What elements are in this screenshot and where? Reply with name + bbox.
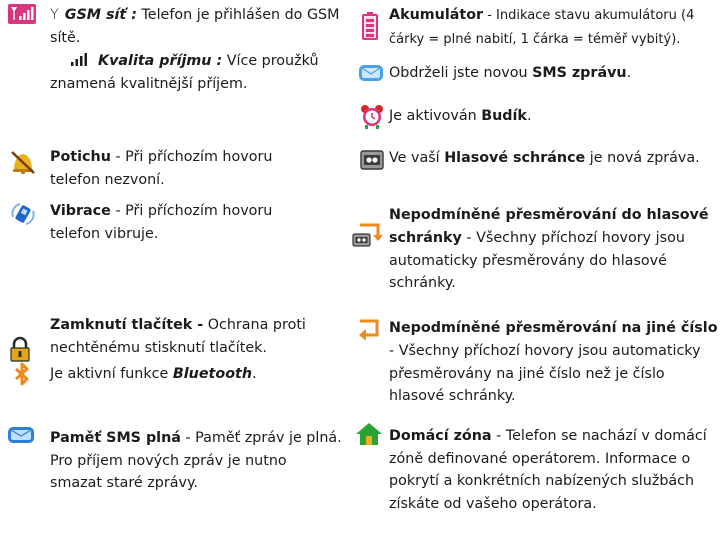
voicemail-title: Hlasové schránce (444, 150, 586, 166)
home-zone-title: Domácí zóna (389, 428, 492, 444)
keylock-title: Zamknutí tlačítek - (50, 317, 204, 333)
vibrate-title: Vibrace (50, 203, 111, 219)
gsm-title: GSM síť : (64, 7, 137, 23)
alarm-clock-icon (361, 105, 383, 129)
new-sms-title: SMS zprávu (532, 65, 627, 81)
signal-quality-title: Kvalita příjmu : (98, 53, 223, 69)
bluetooth-title: Bluetooth (172, 366, 253, 382)
sms-full-icon (8, 427, 34, 443)
battery-title: Akumulátor (389, 7, 484, 23)
divert-number-icon (359, 319, 379, 340)
sms-full-title: Paměť SMS plná (50, 430, 181, 446)
new-sms-prefix: Obdrželi jste novou (389, 65, 533, 81)
antenna-glyph: Y (50, 7, 59, 23)
divert-number-description: - Všechny příchozí hovory jsou automatic… (389, 342, 701, 405)
padlock-icon (10, 336, 30, 362)
alarm-prefix: Je aktivován (389, 108, 482, 124)
voicemail-suffix: je nová zpráva. (585, 150, 700, 166)
silent-mode-icon (11, 151, 35, 174)
voicemail-icon (360, 150, 384, 170)
alarm-suffix: . (526, 108, 532, 124)
alarm-title: Budík (481, 108, 527, 124)
bluetooth-icon (14, 362, 29, 386)
voicemail-prefix: Ve vaší (389, 150, 445, 166)
silent-title: Potichu (50, 149, 111, 165)
bluetooth-suffix: . (252, 366, 257, 382)
vibrate-icon (11, 203, 35, 225)
divert-voicemail-icon (352, 223, 382, 247)
network-signal-icon (8, 4, 36, 24)
battery-icon (362, 12, 378, 40)
home-zone-icon (356, 423, 382, 445)
envelope-icon (359, 65, 383, 81)
divert-number-title: Nepodmíněné přesměrování na jiné číslo (389, 320, 718, 336)
bluetooth-prefix: Je aktivní funkce (50, 366, 173, 382)
new-sms-suffix: . (626, 65, 632, 81)
signal-bars-icon (71, 53, 87, 66)
